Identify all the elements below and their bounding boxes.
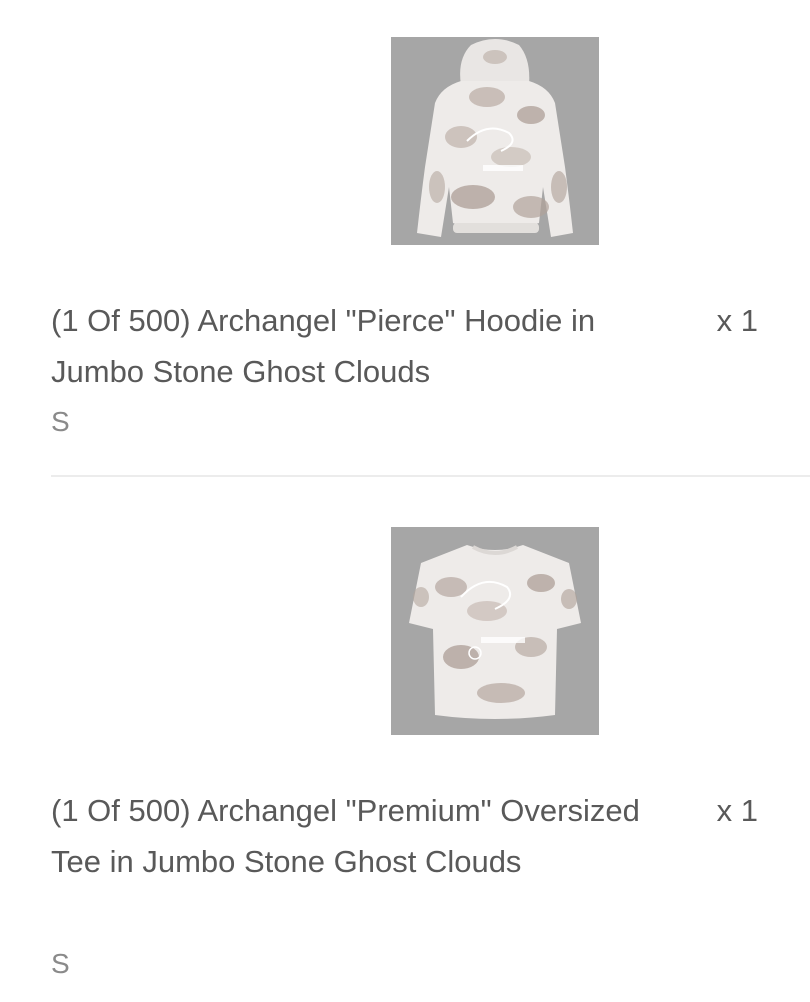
quantity-label: x 1 xyxy=(716,303,758,338)
quantity-label: x 1 xyxy=(716,793,758,828)
product-title: (1 Of 500) Archangel "Premium" Oversized… xyxy=(51,793,640,879)
variant-size: S xyxy=(51,948,70,979)
tee-image xyxy=(391,527,599,735)
hoodie-image xyxy=(391,37,599,245)
product-thumbnail-tee[interactable] xyxy=(391,527,599,735)
variant-size: S xyxy=(51,406,70,437)
product-thumbnail-hoodie[interactable] xyxy=(391,37,599,245)
product-title: (1 Of 500) Archangel "Pierce" Hoodie in … xyxy=(51,303,596,389)
item-divider xyxy=(51,475,810,477)
